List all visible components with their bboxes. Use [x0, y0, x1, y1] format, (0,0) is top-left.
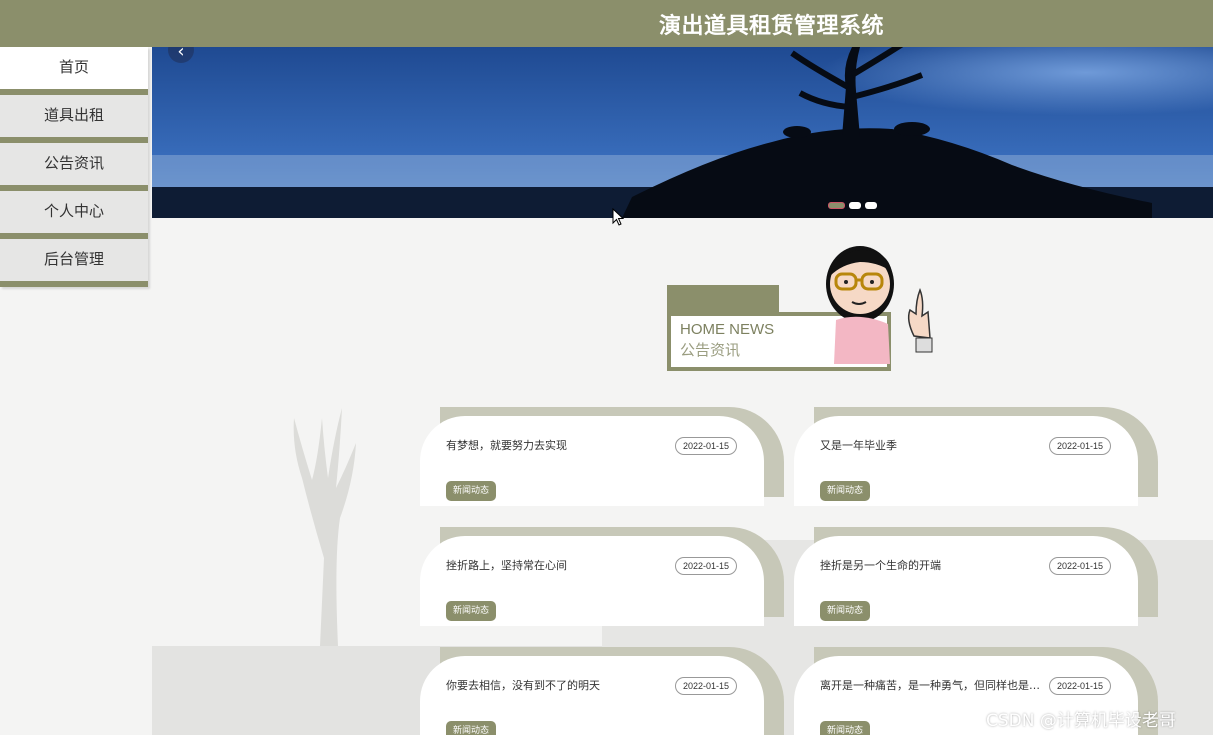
news-date-badge: 2022-01-15	[675, 437, 738, 455]
news-date-badge: 2022-01-15	[1049, 677, 1112, 695]
news-category-tag[interactable]: 新闻动态	[820, 721, 871, 735]
news-title[interactable]: 挫折路上，坚持常在心间	[446, 557, 668, 573]
news-title[interactable]: 挫折是另一个生命的开端	[820, 557, 1042, 573]
news-title[interactable]: 你要去相信，没有到不了的明天	[446, 677, 668, 693]
news-date-badge: 2022-01-15	[1049, 437, 1112, 455]
news-category-tag[interactable]: 新闻动态	[446, 721, 497, 735]
news-title[interactable]: 又是一年毕业季	[820, 437, 1042, 453]
news-card[interactable]: 你要去相信，没有到不了的明天 2022-01-15 新闻动态	[420, 647, 784, 735]
news-card[interactable]: 挫折路上，坚持常在心间 2022-01-15 新闻动态	[420, 527, 784, 626]
news-date-badge: 2022-01-15	[675, 677, 738, 695]
news-category-tag[interactable]: 新闻动态	[446, 601, 497, 621]
sidebar-item-home[interactable]: 首页	[0, 47, 148, 95]
news-category-tag[interactable]: 新闻动态	[820, 481, 871, 501]
news-date-badge: 2022-01-15	[675, 557, 738, 575]
sidebar-item-admin[interactable]: 后台管理	[0, 239, 148, 287]
carousel-indicators	[828, 195, 881, 214]
mascot-illustration	[826, 246, 933, 364]
news-card[interactable]: 又是一年毕业季 2022-01-15 新闻动态	[794, 407, 1158, 506]
sidebar-item-announcements[interactable]: 公告资讯	[0, 143, 148, 191]
news-card[interactable]: 有梦想，就要努力去实现 2022-01-15 新闻动态	[420, 407, 784, 506]
news-category-tag[interactable]: 新闻动态	[820, 601, 871, 621]
top-header: 演出道具租赁管理系统	[0, 0, 1213, 47]
banner-carousel[interactable]: ‹	[152, 47, 1213, 218]
carousel-dot[interactable]	[828, 202, 845, 209]
app-title: 演出道具租赁管理系统	[658, 14, 884, 39]
banner-image	[152, 47, 1213, 218]
sidebar-item-personal-center[interactable]: 个人中心	[0, 191, 148, 239]
news-date-badge: 2022-01-15	[1049, 557, 1112, 575]
sidebar-item-prop-rental[interactable]: 道具出租	[0, 95, 148, 143]
mouse-pointer-icon	[612, 208, 624, 226]
heading-tab-decoration	[667, 285, 779, 315]
sidebar-nav: 首页 道具出租 公告资讯 个人中心 后台管理	[0, 47, 148, 287]
csdn-watermark: CSDN @计算机毕设老哥	[986, 711, 1176, 731]
carousel-dot[interactable]	[865, 202, 877, 209]
news-title[interactable]: 离开是一种痛苦，是一种勇气，但同样也是一…	[820, 677, 1042, 693]
news-card[interactable]: 挫折是另一个生命的开端 2022-01-15 新闻动态	[794, 527, 1158, 626]
carousel-dot[interactable]	[849, 202, 861, 209]
news-title[interactable]: 有梦想，就要努力去实现	[446, 437, 668, 453]
news-category-tag[interactable]: 新闻动态	[446, 481, 497, 501]
